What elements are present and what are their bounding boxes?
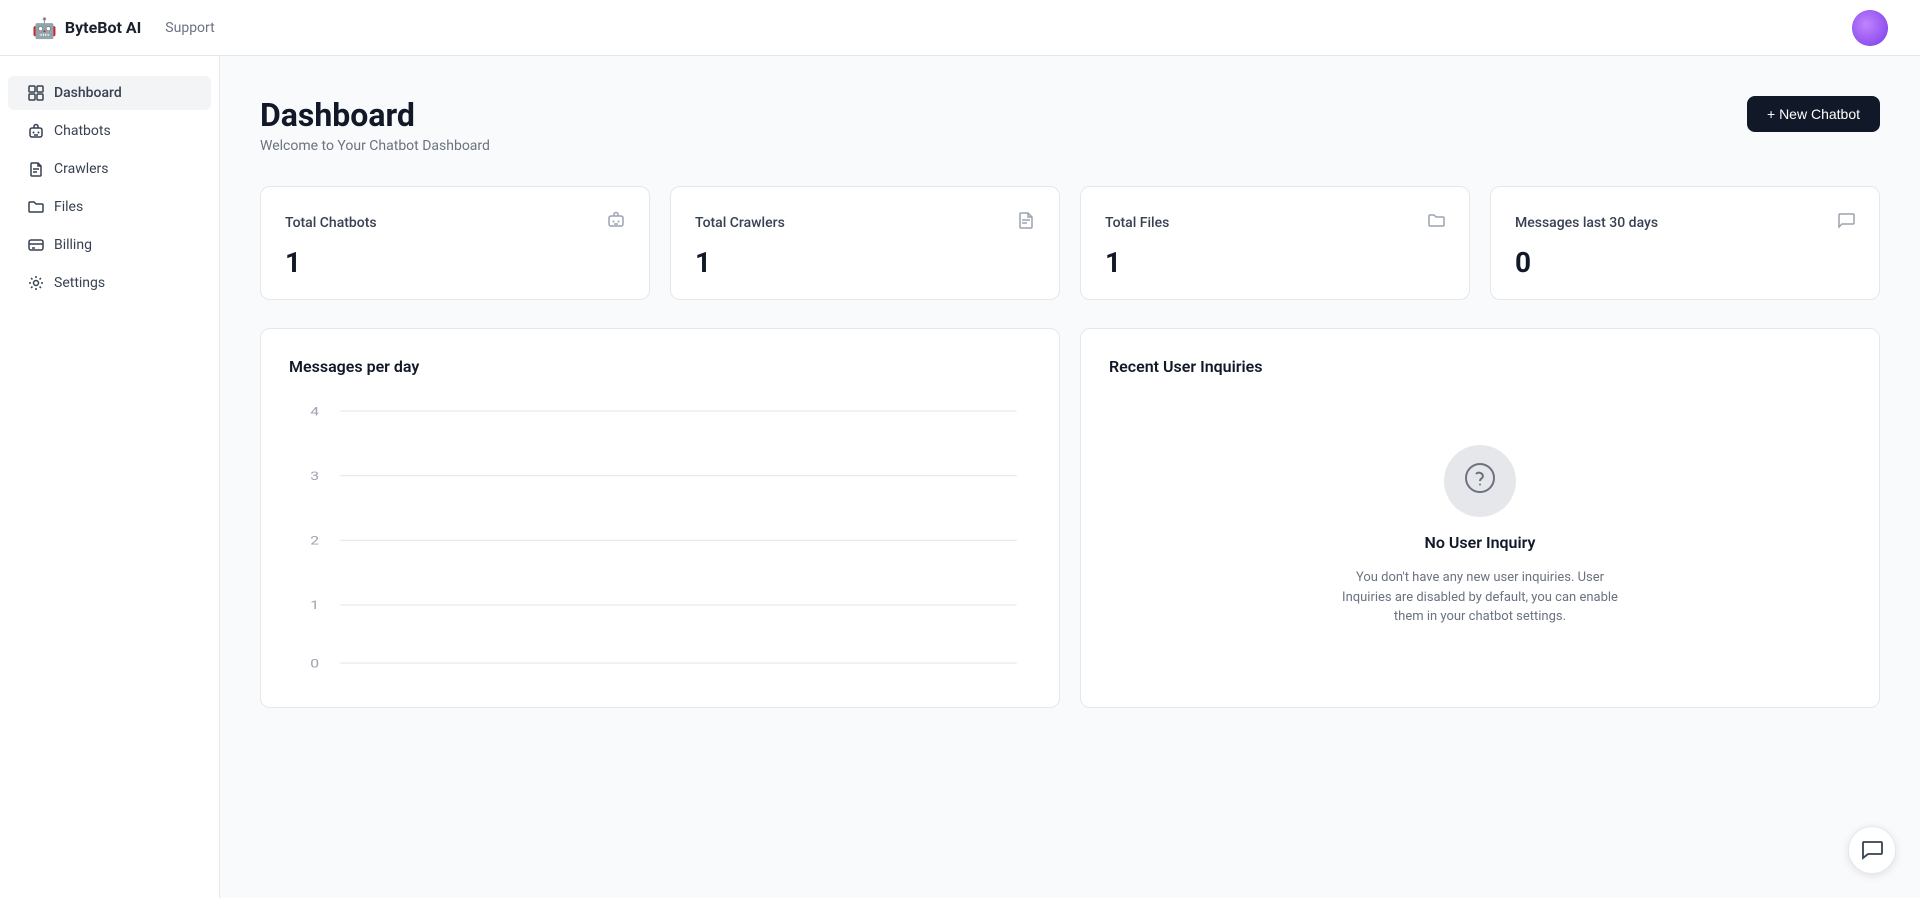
stat-header-messages: Messages last 30 days (1515, 211, 1855, 234)
nav-left: 🤖 ByteBot AI Support (32, 16, 215, 40)
sidebar-item-billing[interactable]: Billing (8, 228, 211, 262)
main-content: Dashboard Welcome to Your Chatbot Dashbo… (220, 56, 1920, 898)
stat-header-chatbots: Total Chatbots (285, 211, 625, 234)
stat-header-crawlers: Total Crawlers (695, 211, 1035, 234)
page-header: Dashboard Welcome to Your Chatbot Dashbo… (260, 96, 1880, 154)
crawlers-icon (28, 161, 44, 177)
sidebar-label-dashboard: Dashboard (54, 85, 122, 101)
stat-card-chatbots: Total Chatbots 1 (260, 186, 650, 300)
stat-value-files: 1 (1105, 246, 1445, 279)
inquiries-panel: Recent User Inquiries No User Inquiry Yo… (1080, 328, 1880, 708)
support-link[interactable]: Support (165, 20, 214, 36)
sidebar-label-chatbots: Chatbots (54, 123, 111, 139)
chat-fab[interactable] (1848, 826, 1896, 874)
svg-text:2: 2 (310, 534, 319, 548)
chatbots-stat-icon (607, 211, 625, 234)
stat-label-chatbots: Total Chatbots (285, 215, 377, 231)
stat-header-files: Total Files (1105, 211, 1445, 234)
top-nav: 🤖 ByteBot AI Support (0, 0, 1920, 56)
sidebar-item-crawlers[interactable]: Crawlers (8, 152, 211, 186)
sidebar-item-files[interactable]: Files (8, 190, 211, 224)
sidebar-label-files: Files (54, 199, 83, 215)
crawlers-stat-icon (1017, 211, 1035, 234)
sidebar-label-crawlers: Crawlers (54, 161, 109, 177)
brand: 🤖 ByteBot AI (32, 16, 141, 40)
svg-text:0: 0 (310, 657, 319, 671)
card-icon (28, 237, 44, 253)
messages-stat-icon (1837, 211, 1855, 234)
avatar-image (1852, 10, 1888, 46)
stat-value-messages: 0 (1515, 246, 1855, 279)
avatar[interactable] (1852, 10, 1888, 46)
sidebar-item-settings[interactable]: Settings (8, 266, 211, 300)
sidebar-item-dashboard[interactable]: Dashboard (8, 76, 211, 110)
inquiries-empty-state: No User Inquiry You don't have any new u… (1109, 396, 1851, 676)
brand-name: ByteBot AI (65, 18, 141, 37)
sidebar-label-settings: Settings (54, 275, 105, 291)
gear-icon (28, 275, 44, 291)
svg-text:1: 1 (310, 599, 319, 613)
chart-svg: 4 3 2 1 0 (289, 396, 1031, 676)
sidebar-item-chatbots[interactable]: Chatbots (8, 114, 211, 148)
stat-value-crawlers: 1 (695, 246, 1035, 279)
empty-description: You don't have any new user inquiries. U… (1330, 568, 1630, 627)
layout: Dashboard Chatbots (0, 0, 1920, 898)
stat-label-crawlers: Total Crawlers (695, 215, 785, 231)
bot-icon (28, 123, 44, 139)
stat-card-messages: Messages last 30 days 0 (1490, 186, 1880, 300)
stat-card-files: Total Files 1 (1080, 186, 1470, 300)
sidebar-label-billing: Billing (54, 237, 92, 253)
bottom-grid: Messages per day 4 3 2 1 0 (260, 328, 1880, 708)
new-chatbot-button[interactable]: + New Chatbot (1747, 96, 1880, 132)
stat-label-messages: Messages last 30 days (1515, 215, 1658, 231)
messages-chart-panel: Messages per day 4 3 2 1 0 (260, 328, 1060, 708)
svg-text:3: 3 (310, 470, 319, 484)
stats-grid: Total Chatbots 1 Total Cra (260, 186, 1880, 300)
chart-title: Messages per day (289, 357, 1031, 376)
empty-icon-circle (1444, 445, 1516, 517)
page-title-group: Dashboard Welcome to Your Chatbot Dashbo… (260, 96, 490, 154)
page-subtitle: Welcome to Your Chatbot Dashboard (260, 138, 490, 154)
stat-value-chatbots: 1 (285, 246, 625, 279)
chart-area: 4 3 2 1 0 (289, 396, 1031, 676)
page-title: Dashboard (260, 96, 490, 134)
files-stat-icon (1427, 211, 1445, 234)
grid-icon (28, 85, 44, 101)
empty-title: No User Inquiry (1425, 533, 1536, 552)
stat-card-crawlers: Total Crawlers 1 (670, 186, 1060, 300)
sidebar: Dashboard Chatbots (0, 56, 220, 898)
svg-text:4: 4 (310, 405, 319, 419)
folder-icon (28, 199, 44, 215)
question-icon (1464, 462, 1496, 501)
stat-label-files: Total Files (1105, 215, 1169, 231)
brand-icon: 🤖 (32, 16, 57, 40)
inquiries-title: Recent User Inquiries (1109, 357, 1851, 376)
